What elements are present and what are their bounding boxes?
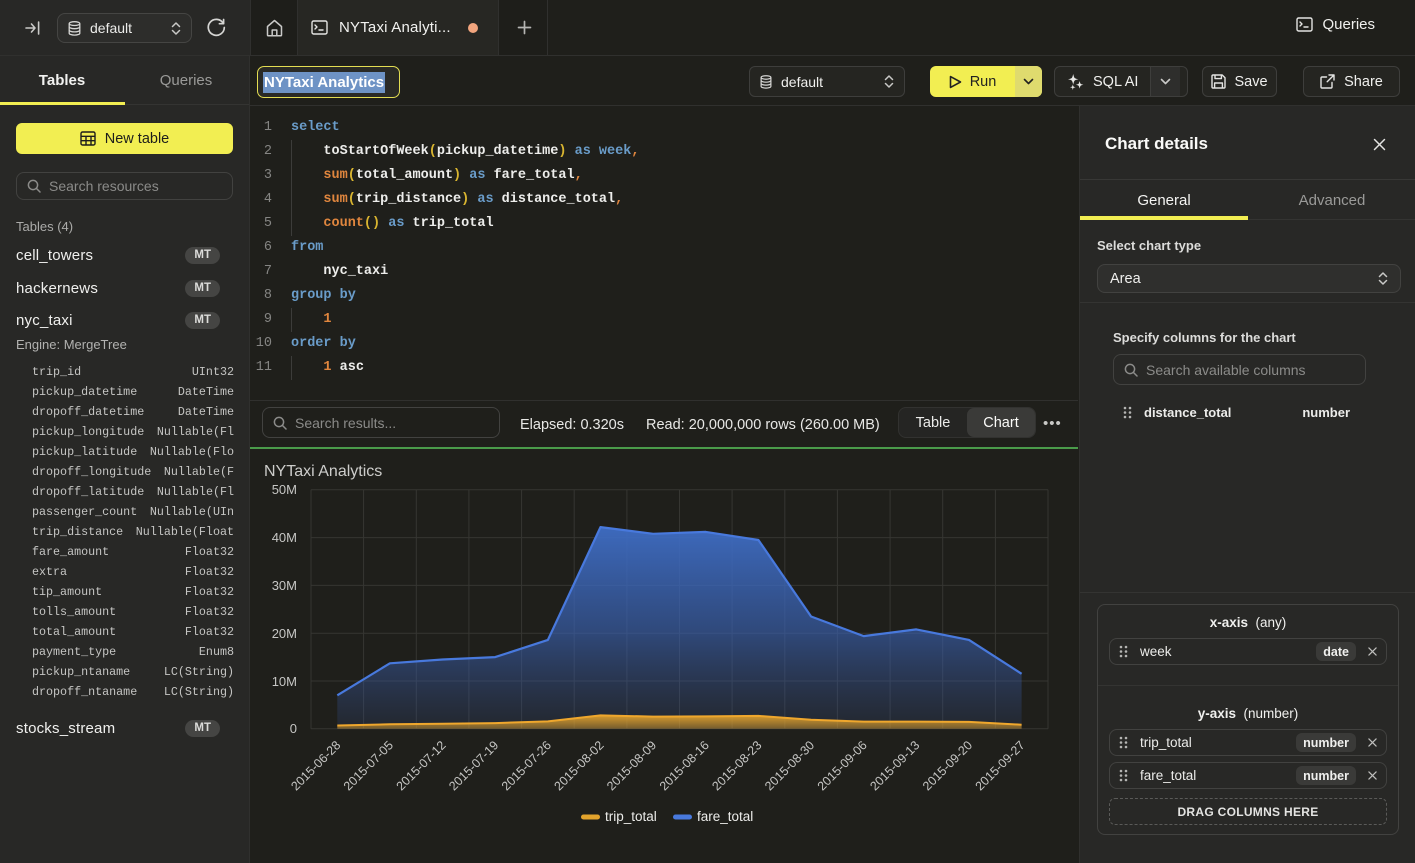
- svg-text:trip_total: trip_total: [605, 809, 657, 824]
- svg-text:2015-08-02: 2015-08-02: [552, 738, 607, 793]
- svg-text:2015-08-30: 2015-08-30: [762, 738, 817, 793]
- svg-text:2015-08-23: 2015-08-23: [709, 738, 764, 793]
- svg-text:2015-07-05: 2015-07-05: [341, 738, 396, 793]
- svg-text:50M: 50M: [272, 482, 297, 497]
- svg-text:2015-09-20: 2015-09-20: [920, 738, 975, 793]
- svg-text:2015-09-06: 2015-09-06: [815, 738, 870, 793]
- svg-text:2015-09-13: 2015-09-13: [867, 738, 922, 793]
- svg-text:2015-07-12: 2015-07-12: [394, 738, 449, 793]
- svg-text:2015-08-09: 2015-08-09: [604, 738, 659, 793]
- svg-text:0: 0: [290, 721, 297, 736]
- svg-text:2015-07-26: 2015-07-26: [499, 738, 554, 793]
- svg-text:40M: 40M: [272, 530, 297, 545]
- svg-text:2015-09-27: 2015-09-27: [973, 738, 1028, 793]
- svg-text:30M: 30M: [272, 578, 297, 593]
- svg-text:2015-08-16: 2015-08-16: [657, 738, 712, 793]
- svg-text:10M: 10M: [272, 674, 297, 689]
- svg-text:2015-06-28: 2015-06-28: [288, 738, 343, 793]
- svg-text:NYTaxi Analytics: NYTaxi Analytics: [264, 463, 382, 480]
- svg-text:2015-07-19: 2015-07-19: [446, 738, 501, 793]
- svg-text:fare_total: fare_total: [697, 809, 753, 824]
- svg-text:20M: 20M: [272, 626, 297, 641]
